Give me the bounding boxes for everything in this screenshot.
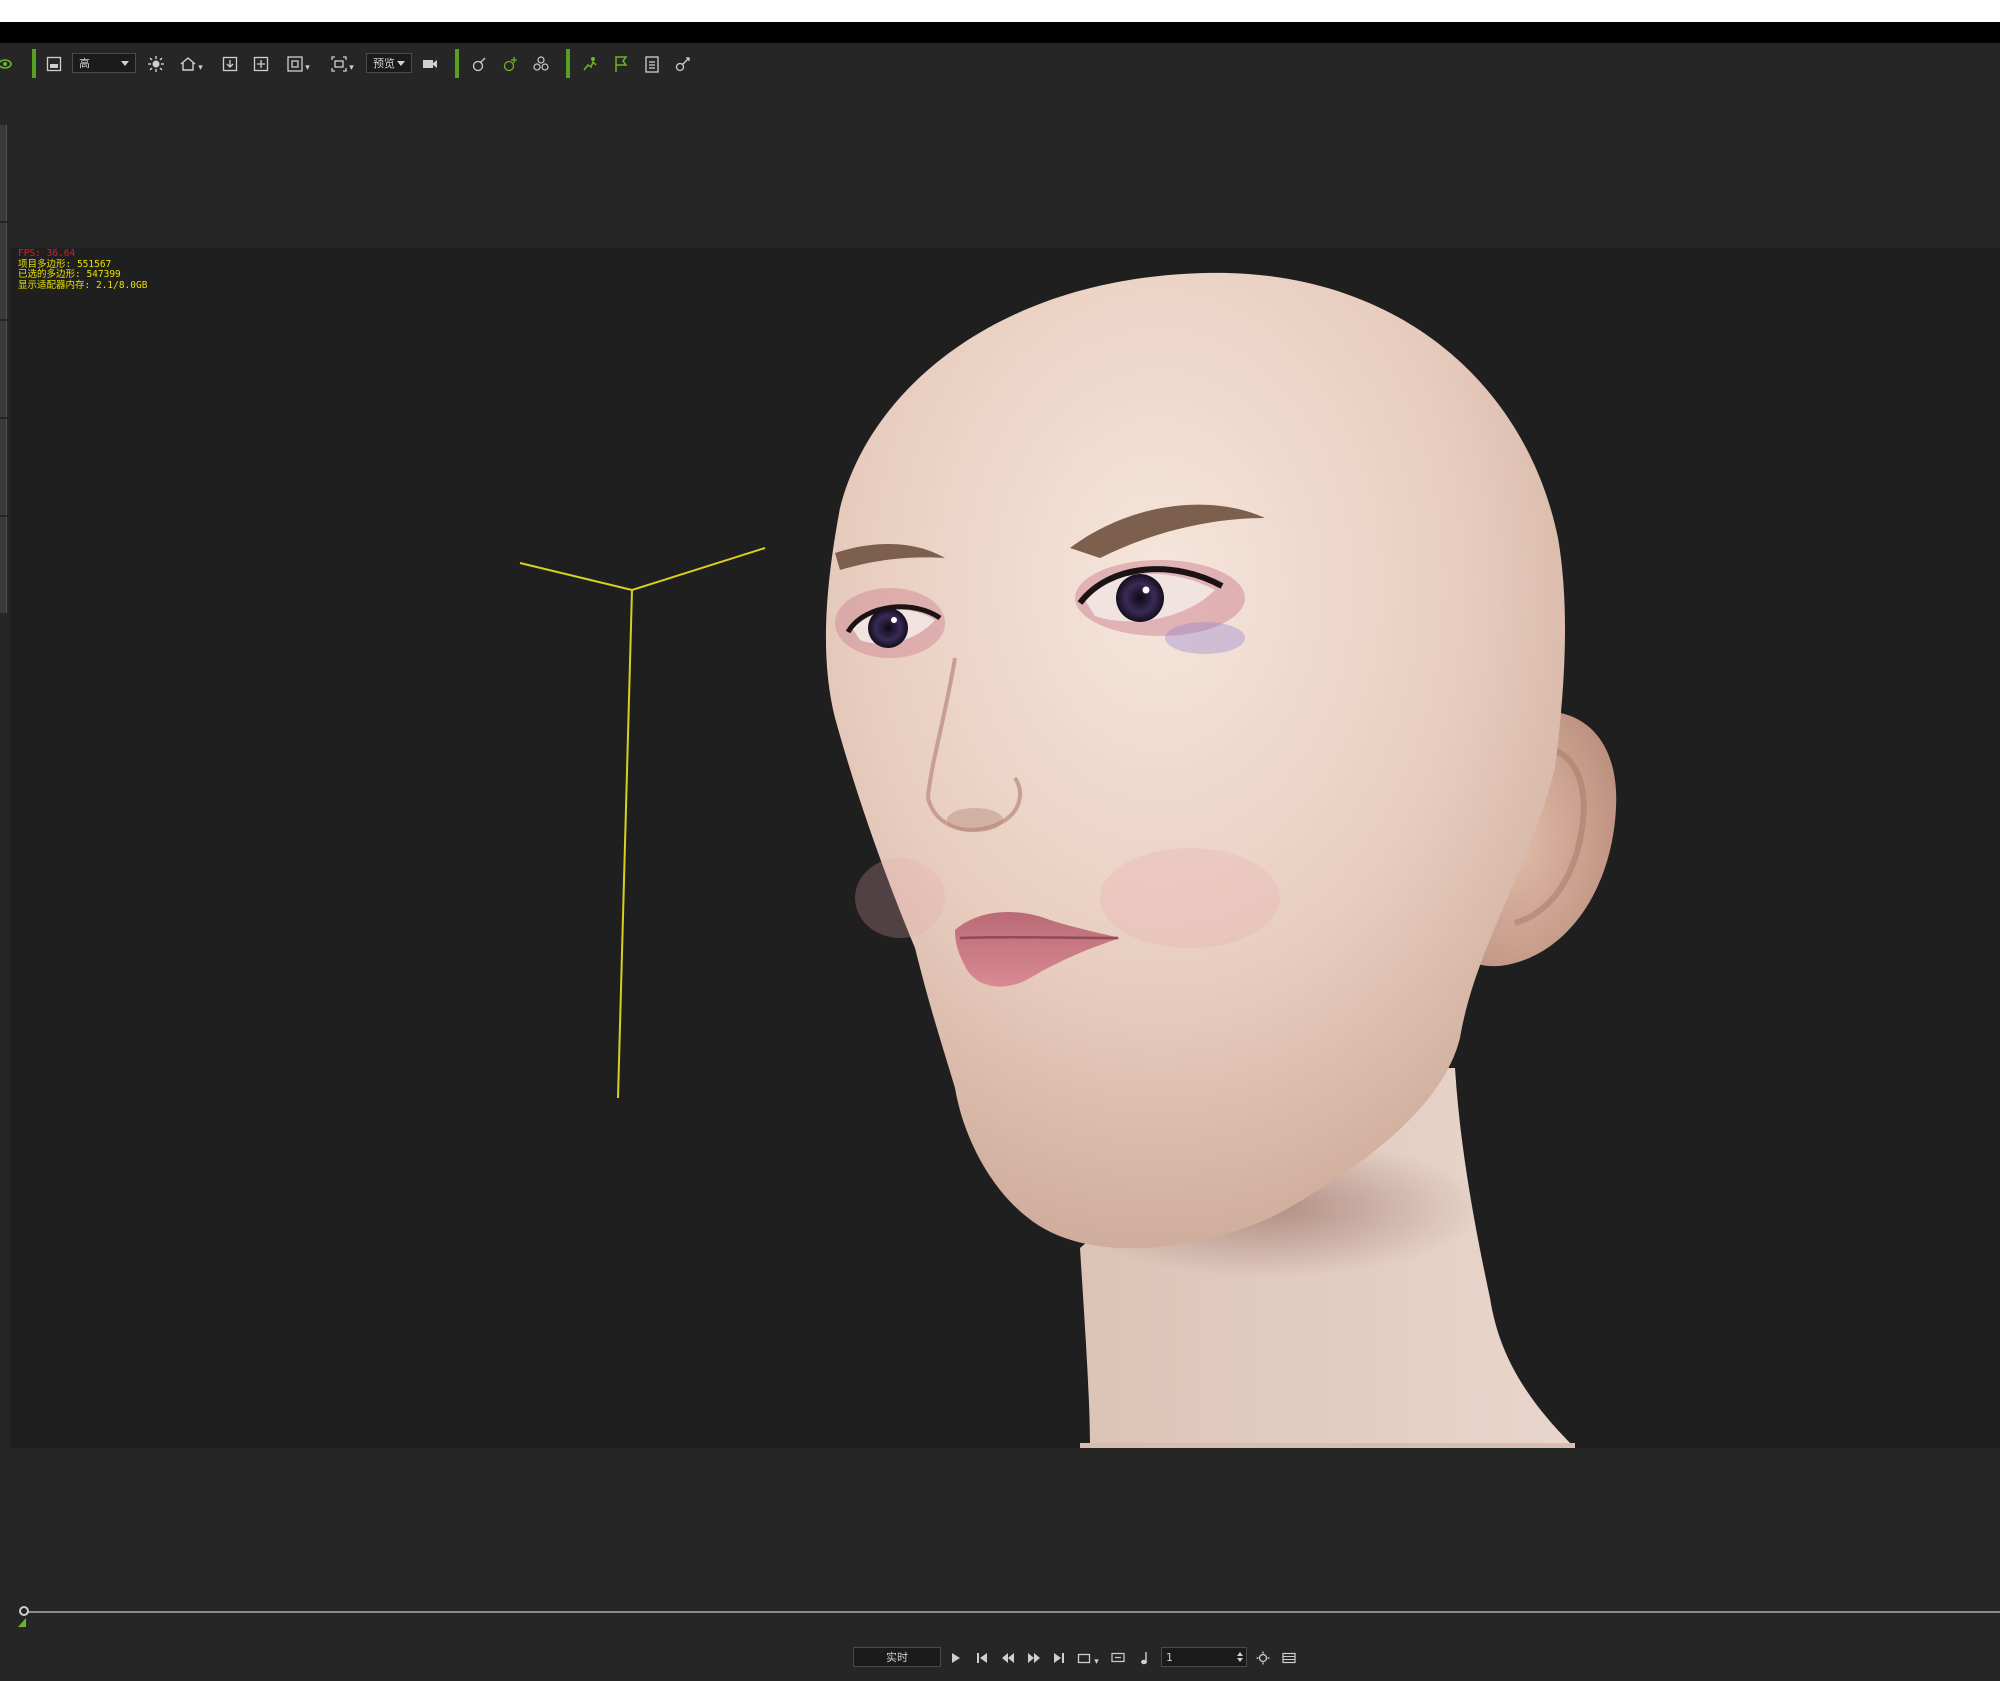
chevron-down-icon (121, 60, 129, 66)
upper-panel (0, 85, 2000, 248)
viewport-toolbar: 高 ▾ ▾ ▾ 预览 (0, 43, 2000, 85)
timeline-playhead[interactable] (19, 1606, 29, 1616)
screen-icon[interactable] (42, 53, 66, 75)
go-to-end-icon[interactable] (1051, 1648, 1067, 1668)
sun-icon[interactable] (144, 53, 168, 75)
playback-mode-select[interactable]: 实时 (853, 1647, 941, 1667)
dock-tab[interactable] (0, 223, 7, 319)
next-frame-icon[interactable] (1026, 1648, 1042, 1668)
previous-frame-icon[interactable] (1000, 1648, 1016, 1668)
video-camera-icon[interactable] (418, 53, 442, 75)
menu-bar (0, 22, 2000, 43)
music-note-icon[interactable] (1137, 1648, 1153, 1668)
frame-number-value: 1 (1166, 1650, 1173, 1664)
play-icon[interactable] (948, 1648, 964, 1668)
dropdown-indicator: ▾ (305, 63, 310, 73)
left-dock-strip (0, 120, 8, 1450)
home-icon[interactable]: ▾ (176, 53, 206, 75)
settings-icon[interactable] (1255, 1648, 1271, 1668)
subtitle-icon[interactable] (1110, 1648, 1126, 1668)
group-icon[interactable] (529, 53, 553, 75)
toolbar-separator (32, 49, 36, 78)
frame-number-field[interactable]: 1 (1161, 1647, 1247, 1667)
3d-viewport[interactable]: FPS: 36.64 项目多边形: 551567 已选的多边形: 547399 … (10, 248, 2000, 1448)
camera-view-icon[interactable]: ▾ (326, 53, 358, 75)
scene-render (519, 272, 1617, 1448)
timeline-panel-icon[interactable] (1281, 1648, 1297, 1668)
toolbar-separator (566, 49, 570, 78)
dock-tab[interactable] (0, 419, 7, 515)
checklist-icon[interactable] (640, 53, 664, 75)
preview-mode-select[interactable]: 预览 (366, 53, 412, 73)
timeline-key-marker (18, 1618, 26, 1627)
align-bottom-icon[interactable] (218, 53, 242, 75)
dock-tab[interactable] (0, 321, 7, 417)
chevron-down-icon (397, 60, 405, 66)
playback-mode-value: 实时 (886, 1651, 908, 1664)
dropdown-indicator: ▾ (198, 63, 203, 73)
render-quality-select[interactable]: 高 (72, 53, 136, 73)
move-icon[interactable] (249, 53, 273, 75)
dropdown-indicator: ▾ (349, 63, 354, 73)
run-icon[interactable] (578, 53, 602, 75)
gizmo-icon[interactable] (467, 53, 491, 75)
dropdown-indicator: ▾ (1094, 1657, 1099, 1667)
dock-tab[interactable] (0, 517, 7, 613)
render-quality-value: 高 (79, 57, 90, 70)
title-bar (0, 0, 2000, 22)
preview-mode-value: 预览 (373, 57, 395, 70)
gizmo-plus-icon[interactable] (498, 53, 522, 75)
timeline-panel (0, 1448, 2000, 1681)
timeline-track[interactable] (26, 1611, 2000, 1613)
loop-icon[interactable]: ▾ (1076, 1648, 1100, 1668)
go-to-start-icon[interactable] (974, 1648, 990, 1668)
frame-icon[interactable]: ▾ (282, 53, 314, 75)
eye-icon[interactable] (0, 53, 14, 75)
toolbar-separator (455, 49, 459, 78)
dock-tab[interactable] (0, 125, 7, 221)
skeleton-bone-lines (519, 547, 766, 1099)
link-icon[interactable] (671, 53, 695, 75)
flag-icon[interactable] (609, 53, 633, 75)
frame-stepper[interactable] (1237, 1652, 1243, 1662)
